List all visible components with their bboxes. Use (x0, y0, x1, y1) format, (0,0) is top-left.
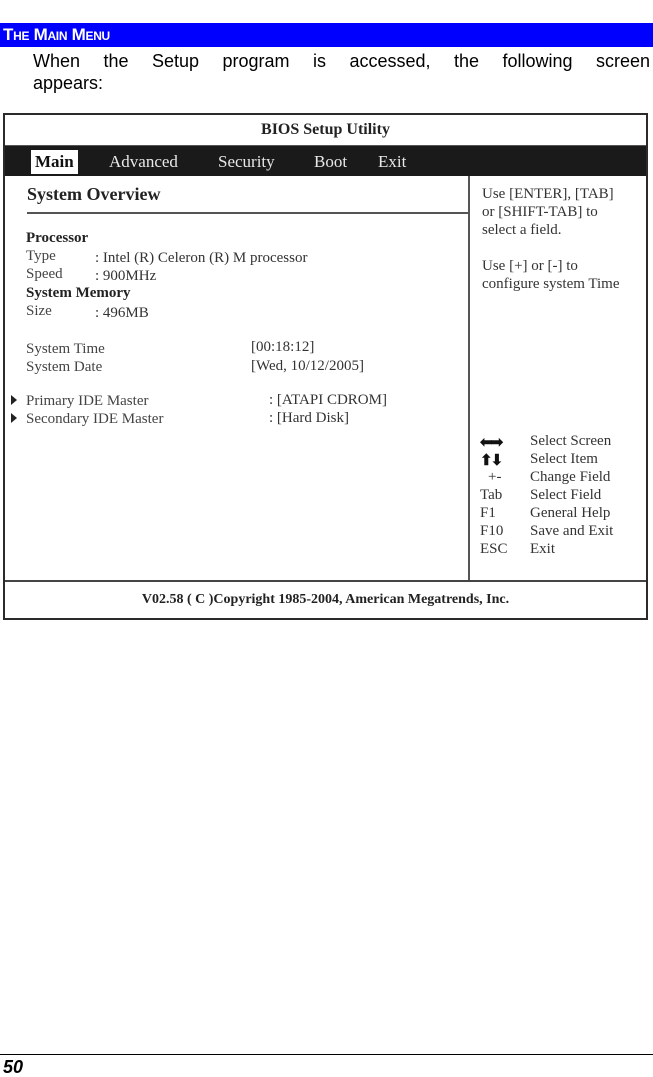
panel-divider (468, 176, 470, 582)
intro-line-1: When the Setup program is accessed, the … (33, 51, 650, 71)
key-description: Exit (530, 541, 555, 557)
key-legend-row: F1 General Help (480, 505, 645, 523)
processor-type-label: Type (26, 248, 56, 264)
system-date-label[interactable]: System Date (26, 359, 102, 376)
processor-type-value: : Intel (R) Celeron (R) M processor (95, 250, 308, 266)
tab-exit[interactable]: Exit (378, 150, 406, 174)
submenu-arrow-icon (11, 395, 17, 405)
bios-copyright: V02.58 ( C )Copyright 1985-2004, America… (141, 592, 510, 607)
overview-title: System Overview (27, 184, 161, 204)
intro-paragraph: When the Setup program is accessed, the … (33, 50, 650, 94)
help-line: configure system Time (482, 276, 620, 292)
key-name: Tab (480, 487, 503, 503)
secondary-ide-value: : [Hard Disk] (269, 410, 349, 426)
bios-screen: BIOS Setup Utility Main Advanced Securit… (3, 113, 648, 620)
key-legend-row: F10 Save and Exit (480, 523, 645, 541)
section-title: The Main Menu (3, 25, 110, 44)
processor-heading: Processor (26, 230, 89, 246)
key-name: F1 (480, 505, 496, 521)
key-description: Select Screen (530, 433, 612, 449)
secondary-ide-label: Secondary IDE Master (26, 411, 164, 427)
tab-security[interactable]: Security (218, 150, 275, 174)
key-legend-row: Tab Select Field (480, 487, 645, 505)
system-time-value[interactable]: [00:18:12] (251, 339, 314, 356)
key-legend-row: +- Change Field (480, 469, 645, 487)
tab-main[interactable]: Main (31, 150, 78, 174)
page-footer-rule (0, 1054, 653, 1055)
bios-main-panel: System Overview Processor Type : Intel (… (5, 176, 468, 580)
processor-speed-value: : 900MHz (95, 268, 157, 284)
help-line: Use [ENTER], [TAB] (482, 186, 614, 202)
key-description: Save and Exit (530, 523, 614, 539)
memory-size-label: Size (26, 303, 52, 319)
key-description: General Help (530, 505, 611, 521)
tab-boot[interactable]: Boot (314, 150, 347, 174)
help-line: or [SHIFT-TAB] to (482, 204, 598, 220)
help-line: select a field. (482, 222, 562, 238)
page-number: 50 (3, 1057, 24, 1077)
system-date-value[interactable]: [Wed, 10/12/2005] (251, 358, 364, 375)
plus-minus-icon: +- (488, 469, 502, 485)
memory-size-value: : 496MB (95, 305, 149, 321)
memory-heading: System Memory (26, 285, 131, 301)
key-legend-row: ⬅➡ Select Screen (480, 433, 645, 451)
key-description: Select Item (530, 451, 598, 467)
key-legend-row: ⬆⬇ Select Item (480, 451, 645, 469)
primary-ide-value: : [ATAPI CDROM] (269, 392, 387, 408)
overview-divider (27, 212, 468, 214)
key-description: Select Field (530, 487, 602, 503)
section-header-bar: The Main Menu (0, 23, 653, 47)
up-down-arrows-icon: ⬆⬇ (480, 453, 503, 469)
left-right-arrows-icon: ⬅➡ (480, 435, 503, 451)
key-name: ESC (480, 541, 508, 557)
primary-ide-label: Primary IDE Master (26, 393, 149, 409)
submenu-arrow-icon (11, 413, 17, 423)
key-name: F10 (480, 523, 504, 539)
help-line: Use [+] or [-] to (482, 258, 578, 274)
key-description: Change Field (530, 469, 611, 485)
bios-menu-bar: Main Advanced Security Boot Exit (5, 146, 646, 176)
processor-speed-label: Speed (26, 266, 63, 282)
bios-title: BIOS Setup Utility (5, 115, 646, 146)
key-legend-row: ESC Exit (480, 541, 645, 559)
system-time-label[interactable]: System Time (26, 341, 105, 358)
bios-help-panel: Use [ENTER], [TAB] or [SHIFT-TAB] to sel… (472, 176, 644, 580)
tab-advanced[interactable]: Advanced (109, 150, 178, 174)
intro-line-2: appears: (33, 73, 104, 93)
